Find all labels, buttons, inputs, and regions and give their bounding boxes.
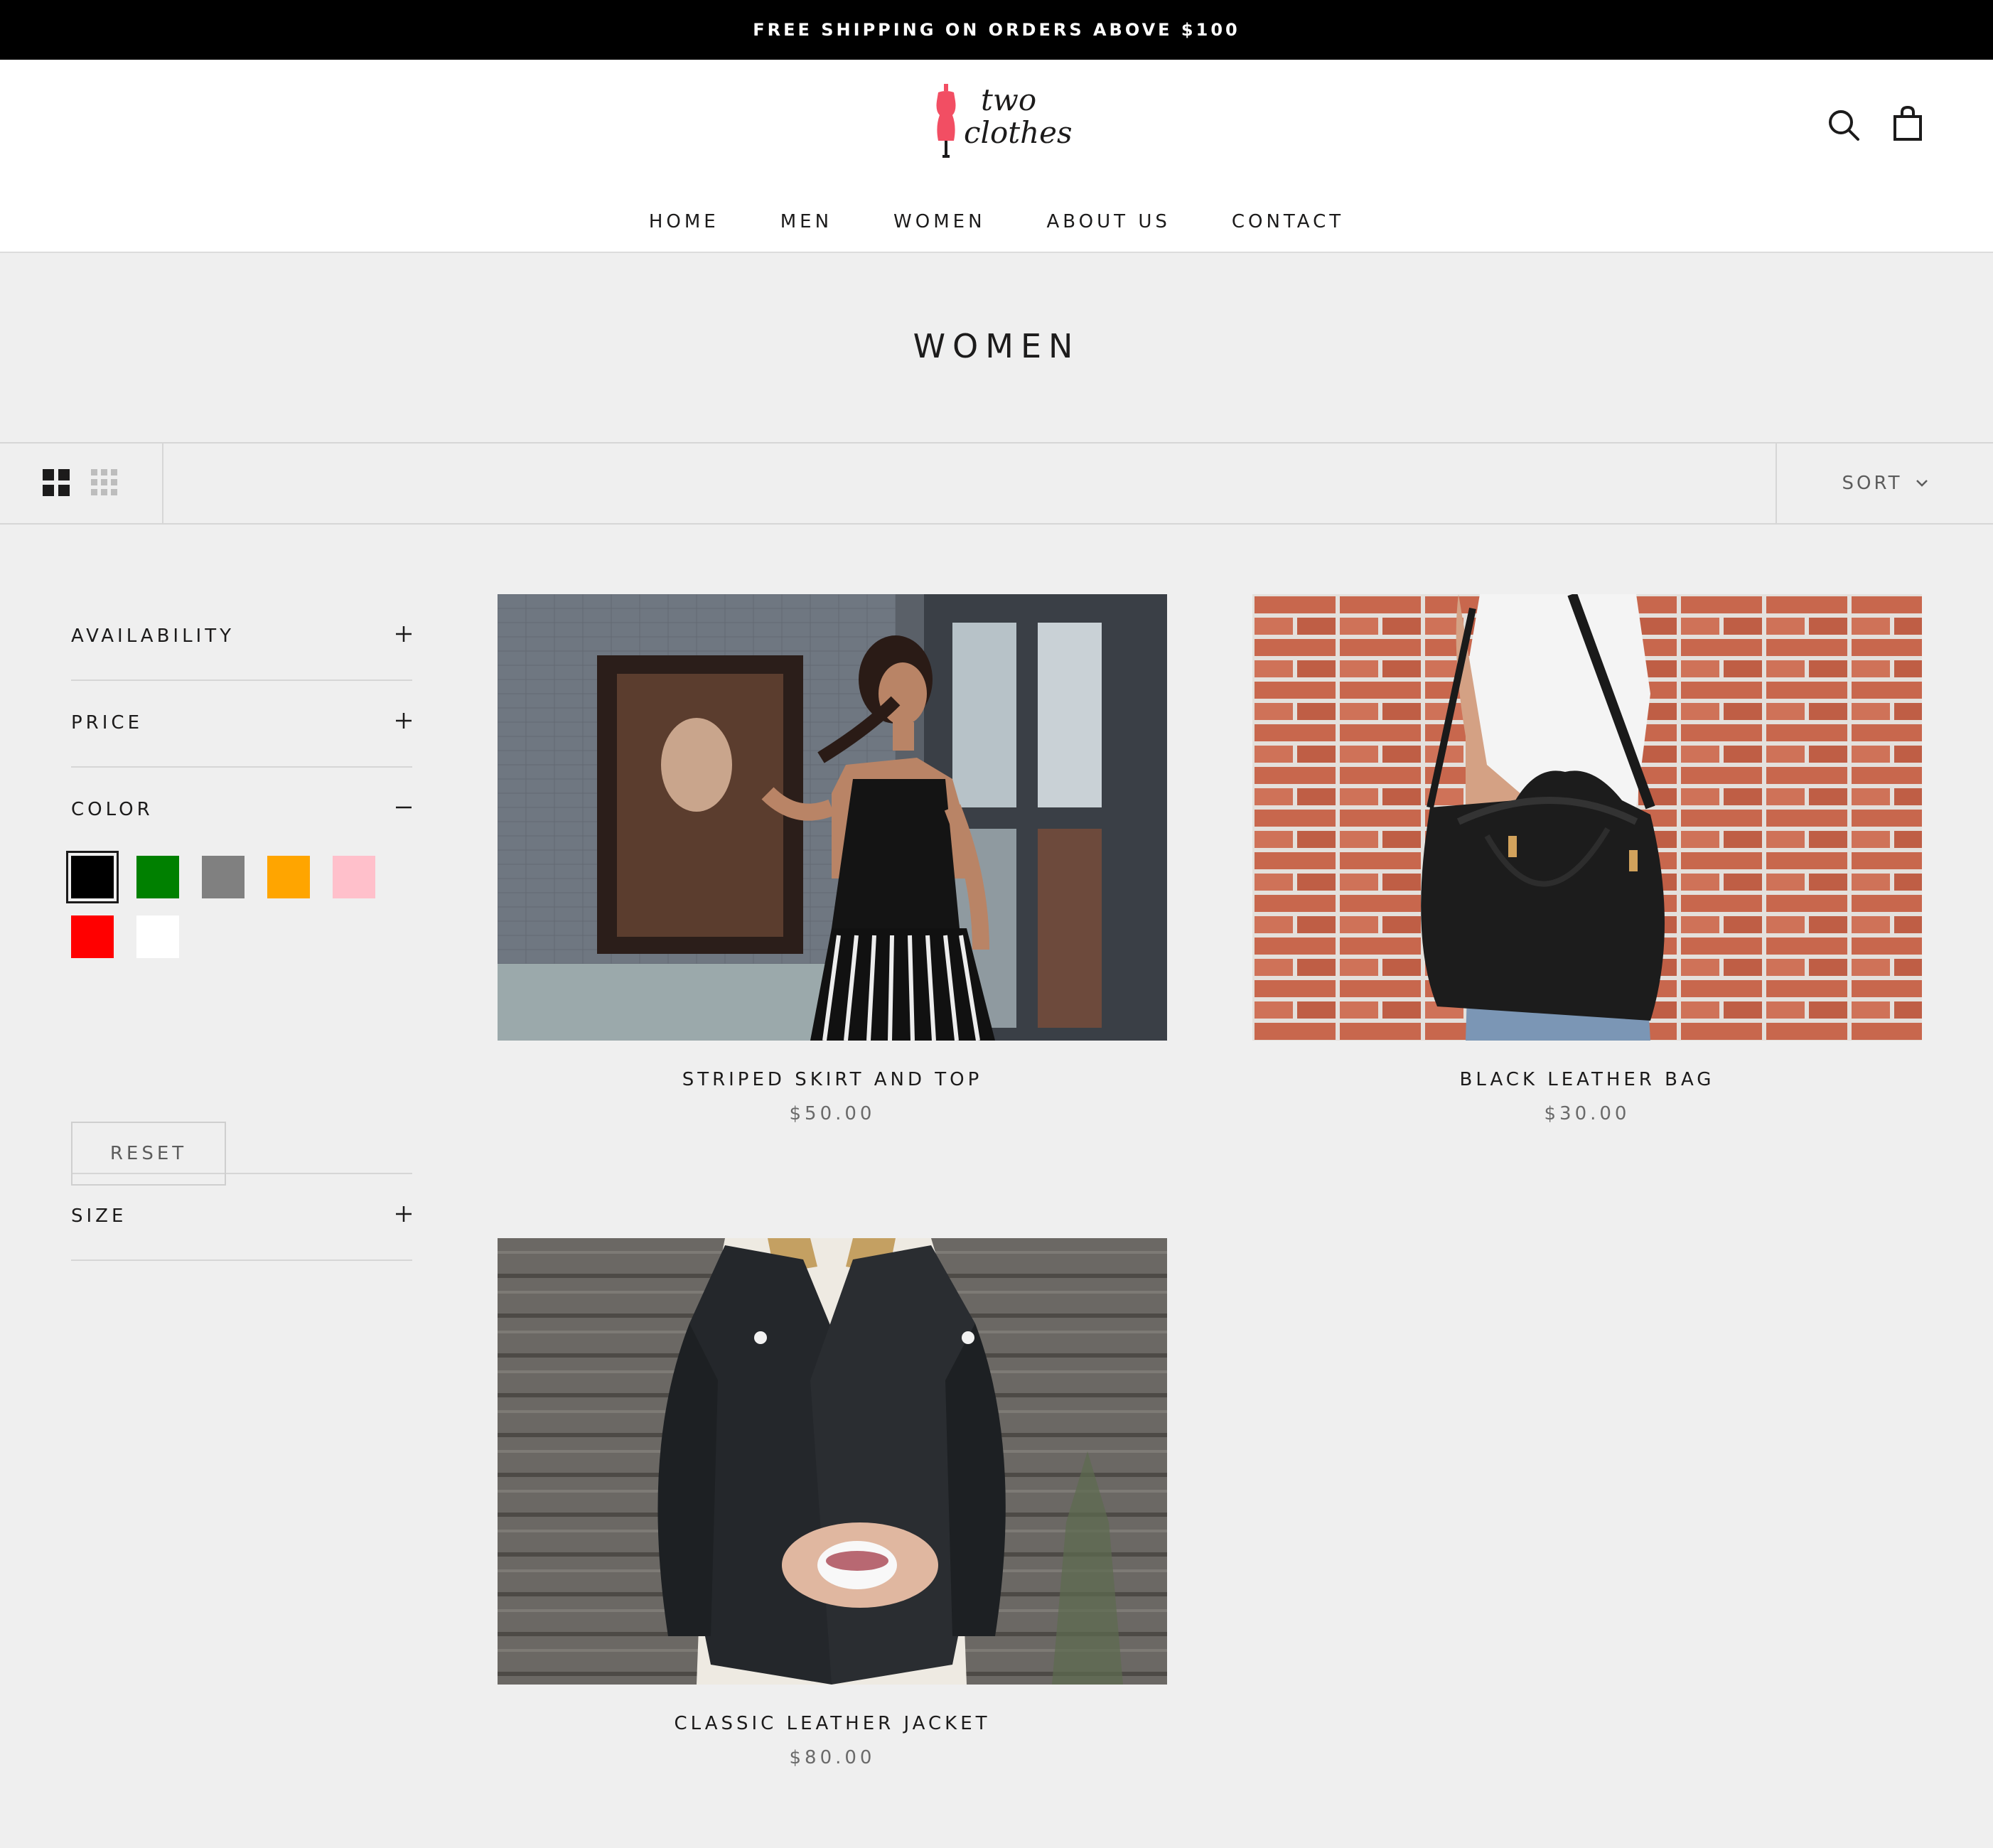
nav-item-home[interactable]: HOME <box>649 200 719 243</box>
product-title[interactable]: STRIPED SKIRT AND TOP <box>498 1069 1167 1090</box>
product-card: BLACK LEATHER BAG $30.00 <box>1252 594 1922 1134</box>
product-image[interactable] <box>1252 594 1922 1041</box>
nav-item-men[interactable]: MEN <box>780 200 832 243</box>
collection-toolbar: SORT <box>0 442 1993 525</box>
sort-label: SORT <box>1842 473 1903 494</box>
plus-icon <box>396 1206 412 1222</box>
color-swatch[interactable] <box>66 851 119 903</box>
filter-title: AVAILABILITY <box>71 625 235 647</box>
product-card: CLASSIC LEATHER JACKET $80.00 <box>498 1238 1167 1778</box>
color-swatch[interactable] <box>267 856 310 898</box>
filter-title: COLOR <box>71 799 154 820</box>
filter-price[interactable]: PRICE <box>71 681 412 768</box>
product-image[interactable] <box>498 594 1167 1041</box>
main-nav: HOME MEN WOMEN ABOUT US CONTACT <box>0 200 1993 243</box>
color-swatch[interactable] <box>202 856 245 898</box>
site-header: two clothes HOME MEN WOMEN ABOUT US CONT… <box>0 60 1993 253</box>
cart-icon[interactable] <box>1888 104 1928 144</box>
plus-icon <box>396 713 412 729</box>
toolbar-divider <box>162 444 163 523</box>
product-title[interactable]: BLACK LEATHER BAG <box>1252 1069 1922 1090</box>
nav-item-contact[interactable]: CONTACT <box>1232 200 1344 243</box>
search-icon[interactable] <box>1824 105 1864 145</box>
mannequin-icon <box>936 84 956 158</box>
sort-button[interactable]: SORT <box>1777 444 1993 523</box>
product-price: $50.00 <box>789 1103 876 1124</box>
product-price: $30.00 <box>1544 1103 1631 1124</box>
product-card: STRIPED SKIRT AND TOP $50.00 <box>498 594 1167 1134</box>
grid-4-icon[interactable] <box>91 469 119 498</box>
announcement-bar: FREE SHIPPING ON ORDERS ABOVE $100 <box>0 0 1993 60</box>
grid-2-icon[interactable] <box>43 469 71 498</box>
product-image[interactable] <box>498 1238 1167 1685</box>
minus-icon <box>396 806 412 809</box>
collection-title: WOMEN <box>913 327 1080 365</box>
nav-item-about-us[interactable]: ABOUT US <box>1047 200 1171 243</box>
brand-wordmark: two clothes <box>964 84 1078 149</box>
color-swatches <box>66 851 398 962</box>
filter-color[interactable]: COLOR <box>71 768 412 1174</box>
color-swatch[interactable] <box>71 915 114 958</box>
brand-line-1: two <box>981 82 1037 117</box>
color-swatch[interactable] <box>136 856 179 898</box>
color-swatch[interactable] <box>136 915 179 958</box>
color-swatch[interactable] <box>333 856 375 898</box>
nav-item-women[interactable]: WOMEN <box>893 200 985 243</box>
filter-title: PRICE <box>71 712 143 734</box>
brand-line-2: clothes <box>964 115 1073 150</box>
reset-button[interactable]: RESET <box>71 1122 226 1186</box>
filter-availability[interactable]: AVAILABILITY <box>71 594 412 681</box>
brand-logo[interactable]: two clothes <box>928 84 1073 162</box>
chevron-down-icon <box>1916 480 1928 487</box>
product-title[interactable]: CLASSIC LEATHER JACKET <box>498 1713 1167 1734</box>
product-price: $80.00 <box>789 1747 876 1768</box>
plus-icon <box>396 626 412 642</box>
filter-size[interactable]: SIZE <box>71 1174 412 1261</box>
filter-title: SIZE <box>71 1205 127 1227</box>
